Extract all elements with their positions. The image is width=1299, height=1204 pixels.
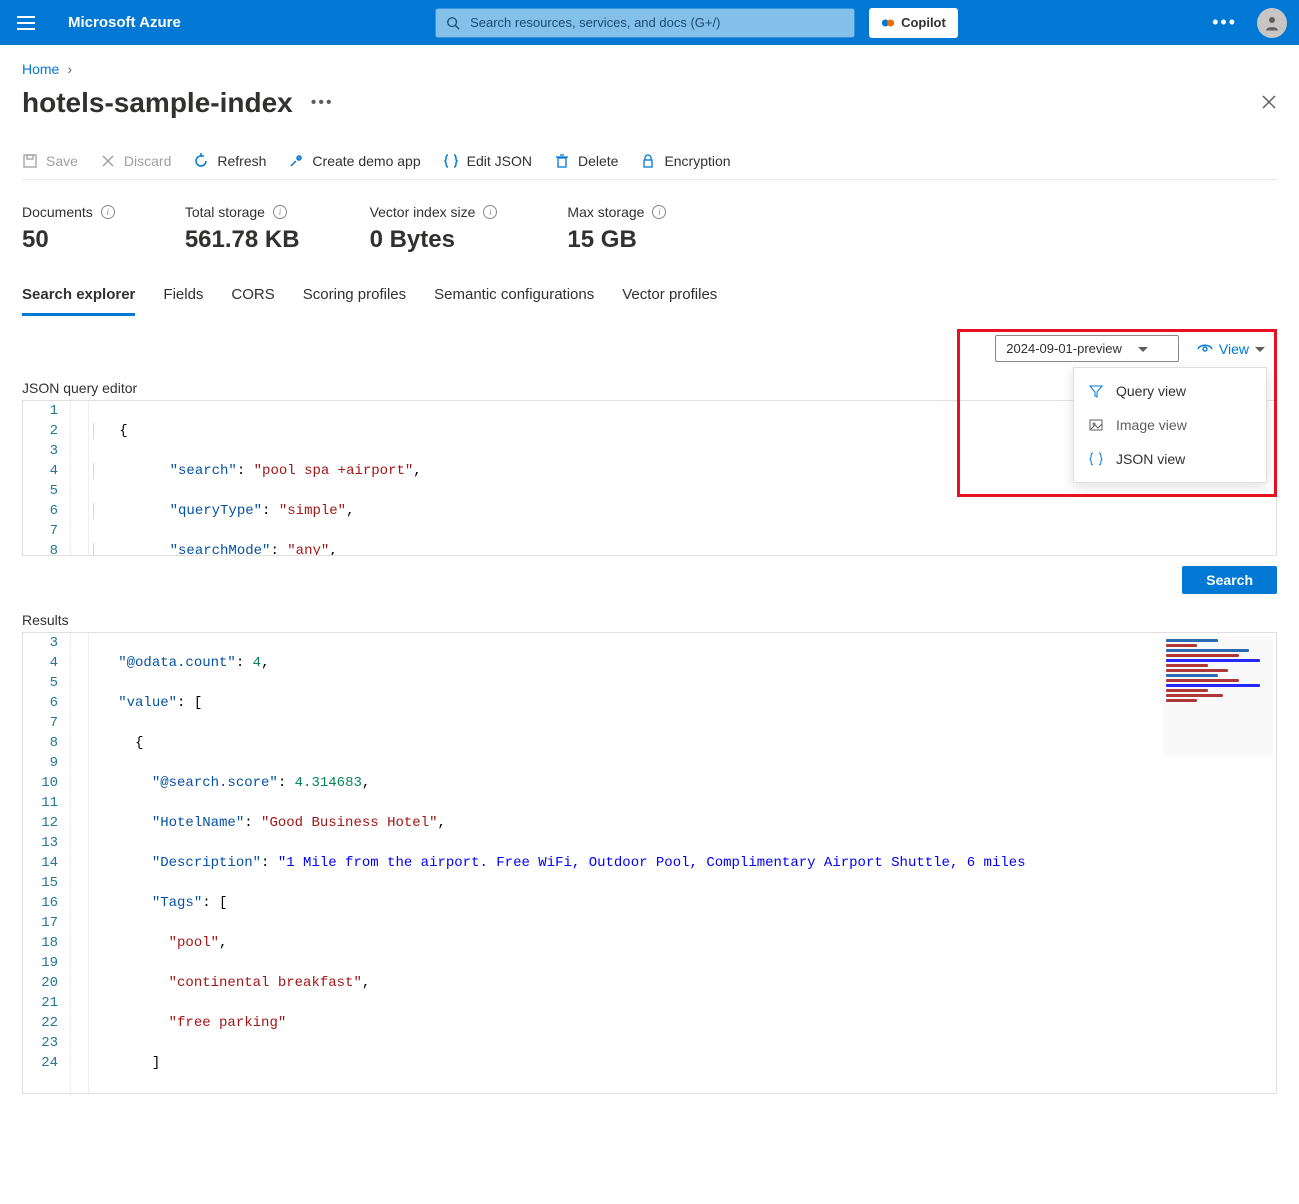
view-button[interactable]: View (1197, 341, 1265, 357)
create-demo-app-button[interactable]: Create demo app (288, 153, 420, 169)
lock-icon (640, 153, 656, 169)
tab-fields[interactable]: Fields (163, 286, 203, 316)
stat-total-storage-label: Total storage (185, 204, 265, 220)
more-menu-button[interactable]: ••• (1212, 12, 1237, 33)
info-icon[interactable]: i (652, 205, 666, 219)
editor-gutter: 3456789101112131415161718192021222324 (23, 633, 71, 1093)
chevron-right-icon: › (67, 61, 72, 77)
search-icon (446, 16, 460, 30)
tab-search-explorer[interactable]: Search explorer (22, 286, 135, 316)
title-more-button[interactable]: ••• (311, 94, 334, 112)
discard-button[interactable]: Discard (100, 153, 171, 169)
brand-label: Microsoft Azure (68, 14, 181, 31)
copilot-icon (881, 16, 895, 30)
avatar[interactable] (1257, 8, 1287, 38)
search-button[interactable]: Search (1182, 566, 1277, 594)
edit-json-button[interactable]: Edit JSON (443, 153, 532, 169)
page-title: hotels-sample-index (22, 87, 293, 119)
menu-item-image-view[interactable]: Image view (1074, 408, 1266, 442)
info-icon[interactable]: i (273, 205, 287, 219)
stat-documents-label: Documents (22, 204, 93, 220)
api-version-select[interactable]: 2024-09-01-preview (995, 335, 1179, 362)
info-icon[interactable]: i (483, 205, 497, 219)
stat-max-storage-value: 15 GB (567, 226, 666, 254)
stats-row: Documents i 50 Total storage i 561.78 KB V… (22, 204, 1277, 254)
info-icon[interactable]: i (101, 205, 115, 219)
results-label: Results (22, 612, 1277, 628)
stat-vector-label: Vector index size (370, 204, 476, 220)
tools-icon (288, 153, 304, 169)
tabs: Search explorer Fields CORS Scoring prof… (22, 286, 1277, 317)
breadcrumb-home[interactable]: Home (22, 61, 59, 77)
editor-code[interactable]: "@odata.count": 4, "value": [ { "@search… (89, 633, 1276, 1093)
copilot-button[interactable]: Copilot (869, 8, 958, 38)
stat-vector-value: 0 Bytes (370, 226, 498, 254)
editor-gutter: 12345678 (23, 401, 71, 555)
filter-icon (1088, 383, 1104, 399)
topbar: Microsoft Azure Copilot ••• (0, 0, 1299, 45)
tab-cors[interactable]: CORS (231, 286, 274, 316)
tab-vector-profiles[interactable]: Vector profiles (622, 286, 717, 316)
stat-total-storage-value: 561.78 KB (185, 226, 300, 254)
braces-icon (443, 153, 459, 169)
close-button[interactable] (1261, 94, 1277, 113)
copilot-label: Copilot (901, 15, 946, 30)
view-menu: Query view Image view JSON view (1073, 367, 1267, 483)
save-icon (22, 153, 38, 169)
stat-documents-value: 50 (22, 226, 115, 254)
refresh-icon (193, 153, 209, 169)
save-button[interactable]: Save (22, 153, 78, 169)
hamburger-menu-button[interactable] (12, 16, 40, 30)
stat-max-storage-label: Max storage (567, 204, 644, 220)
toolbar: Save Discard Refresh Create demo app Edi… (22, 153, 1277, 180)
tab-semantic-configurations[interactable]: Semantic configurations (434, 286, 594, 316)
global-search-input[interactable] (468, 14, 844, 31)
close-icon (100, 153, 116, 169)
braces-icon (1088, 451, 1104, 467)
delete-button[interactable]: Delete (554, 153, 618, 169)
refresh-button[interactable]: Refresh (193, 153, 266, 169)
breadcrumb: Home › (22, 55, 1277, 77)
results-editor[interactable]: 3456789101112131415161718192021222324 "@… (22, 632, 1277, 1094)
menu-item-query-view[interactable]: Query view (1074, 374, 1266, 408)
image-icon (1088, 417, 1104, 433)
eye-icon (1197, 341, 1213, 357)
menu-item-json-view[interactable]: JSON view (1074, 442, 1266, 476)
editor-minimap[interactable] (1163, 636, 1273, 756)
trash-icon (554, 153, 570, 169)
chevron-down-icon (1255, 347, 1265, 357)
encryption-button[interactable]: Encryption (640, 153, 730, 169)
global-search[interactable] (435, 8, 855, 38)
tab-scoring-profiles[interactable]: Scoring profiles (303, 286, 406, 316)
